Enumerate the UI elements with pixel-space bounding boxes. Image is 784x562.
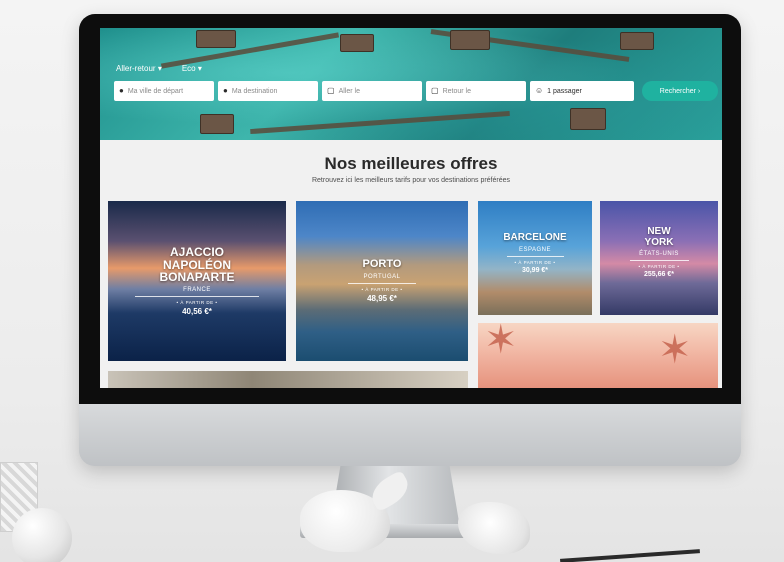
departure-placeholder: Ma ville de départ [127, 87, 184, 95]
map-pin-icon: ● [119, 86, 124, 95]
destination-placeholder: Ma destination [231, 87, 278, 95]
offer-city: NEW YORK [644, 226, 674, 248]
map-pin-icon: ● [223, 86, 228, 95]
hut-decoration [570, 108, 606, 130]
website-screen: Aller-retour ▾ Eco ▾ ● Ma ville de dépar… [100, 28, 722, 388]
offer-card-new-york[interactable]: NEW YORK ÉTATS-UNIS • À PARTIR DE • 255,… [600, 201, 718, 315]
palm-tree-decoration: ✶ [658, 328, 692, 372]
departure-input[interactable]: ● Ma ville de départ [114, 81, 214, 101]
crumpled-paper [458, 502, 530, 554]
offer-card-ajaccio[interactable]: AJACCIO NAPOLÉON BONAPARTE FRANCE • À PA… [108, 201, 286, 361]
users-icon: ☺ [535, 86, 544, 95]
offer-divider [134, 295, 260, 297]
decorative-sphere [12, 508, 72, 562]
pencil [560, 549, 700, 562]
offer-card-barcelone[interactable]: BARCELONE ESPAGNE • À PARTIR DE • 30,99 … [478, 201, 592, 315]
offer-city: AJACCIO NAPOLÉON BONAPARTE [159, 245, 235, 285]
hut-decoration [200, 114, 234, 134]
offer-card-overlay: BARCELONE ESPAGNE • À PARTIR DE • 30,99 … [478, 232, 592, 274]
chevron-down-icon: ▾ [197, 64, 202, 73]
trip-options: Aller-retour ▾ Eco ▾ [116, 64, 202, 73]
offer-city: PORTO [362, 258, 402, 270]
return-placeholder: Retour le [442, 87, 471, 95]
monitor-chin [79, 404, 741, 466]
trip-type-dropdown[interactable]: Aller-retour ▾ [116, 64, 162, 73]
offer-divider [629, 260, 689, 261]
cabin-label: Eco [181, 64, 196, 73]
outbound-date-input[interactable]: ▢ Aller le [322, 81, 422, 101]
offer-card-porto[interactable]: PORTO PORTUGAL • À PARTIR DE • 48,95 €* [296, 201, 468, 361]
offer-card-overlay: AJACCIO NAPOLÉON BONAPARTE FRANCE • À PA… [108, 246, 286, 316]
offer-card-partial[interactable] [108, 371, 468, 388]
offer-country: ÉTATS-UNIS [639, 251, 679, 257]
outbound-placeholder: Aller le [338, 87, 360, 95]
calendar-icon: ▢ [327, 86, 335, 95]
offer-country: FRANCE [183, 286, 211, 293]
offer-card-overlay: PORTO PORTUGAL • À PARTIR DE • 48,95 €* [296, 258, 468, 303]
destination-input[interactable]: ● Ma destination [218, 81, 318, 101]
hut-decoration [620, 32, 654, 50]
offers-title: Nos meilleures offres [324, 154, 498, 173]
offer-country: ESPAGNE [518, 246, 552, 253]
hut-decoration [450, 30, 490, 50]
hut-decoration [340, 34, 374, 52]
cabin-dropdown[interactable]: Eco ▾ [182, 64, 202, 73]
offer-price: 48,95 €* [367, 293, 397, 303]
offer-from-label: • À PARTIR DE • [361, 286, 403, 292]
offer-from-label: • À PARTIR DE • [638, 264, 680, 269]
hero-banner: Aller-retour ▾ Eco ▾ ● Ma ville de dépar… [100, 28, 722, 140]
offer-divider [347, 282, 417, 284]
offer-card-palms[interactable]: ✶ ✶ [478, 323, 718, 388]
offer-divider [506, 255, 564, 257]
palm-tree-decoration: ✶ [484, 323, 518, 362]
offer-from-label: • À PARTIR DE • [176, 299, 218, 305]
return-date-input[interactable]: ▢ Retour le [426, 81, 526, 101]
offer-city: BARCELONE [503, 232, 567, 243]
passengers-value: 1 passager [547, 87, 582, 95]
offer-from-label: • À PARTIR DE • [514, 259, 556, 265]
flight-search-bar: ● Ma ville de départ ● Ma destination ▢ … [114, 81, 718, 101]
offer-country: PORTUGAL [363, 273, 401, 280]
calendar-icon: ▢ [431, 86, 439, 95]
offer-price: 30,99 €* [521, 266, 549, 274]
offers-subtitle: Retrouvez ici les meilleurs tarifs pour … [311, 177, 511, 184]
trip-type-label: Aller-retour [116, 64, 156, 73]
chevron-down-icon: ▾ [157, 64, 162, 73]
pier-decoration [250, 110, 510, 135]
offer-price: 40,56 €* [182, 306, 212, 316]
passengers-select[interactable]: ☺ 1 passager [530, 81, 634, 101]
search-button[interactable]: Rechercher › [642, 81, 718, 101]
offer-price: 255,66 €* [644, 271, 674, 278]
offer-card-overlay: NEW YORK ÉTATS-UNIS • À PARTIR DE • 255,… [600, 226, 718, 278]
hut-decoration [196, 30, 236, 48]
